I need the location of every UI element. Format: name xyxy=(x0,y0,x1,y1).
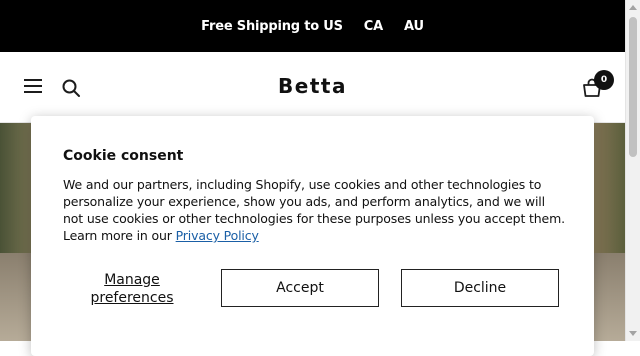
manage-preferences-link[interactable]: Manage preferences xyxy=(77,271,187,307)
au-shipping-link[interactable]: AU xyxy=(404,19,424,34)
site-logo[interactable]: Betta xyxy=(0,74,625,98)
decline-button[interactable]: Decline xyxy=(401,269,559,307)
ca-shipping-link[interactable]: CA xyxy=(364,19,383,34)
site-header: Betta 0 xyxy=(0,52,625,123)
cookie-consent-dialog: Cookie consent We and our partners, incl… xyxy=(31,116,594,356)
cookie-consent-title: Cookie consent xyxy=(63,148,184,164)
cart-count-badge: 0 xyxy=(594,70,614,90)
privacy-policy-link[interactable]: Privacy Policy xyxy=(176,228,259,243)
accept-button[interactable]: Accept xyxy=(221,269,379,307)
page-scrollbar[interactable] xyxy=(625,0,640,341)
cookie-consent-text: We and our partners, including Shopify, … xyxy=(63,176,567,244)
free-shipping-text: Free Shipping to US xyxy=(201,18,343,34)
announcement-bar: Free Shipping to US CA AU xyxy=(0,0,625,52)
cookie-consent-body: We and our partners, including Shopify, … xyxy=(63,177,565,243)
